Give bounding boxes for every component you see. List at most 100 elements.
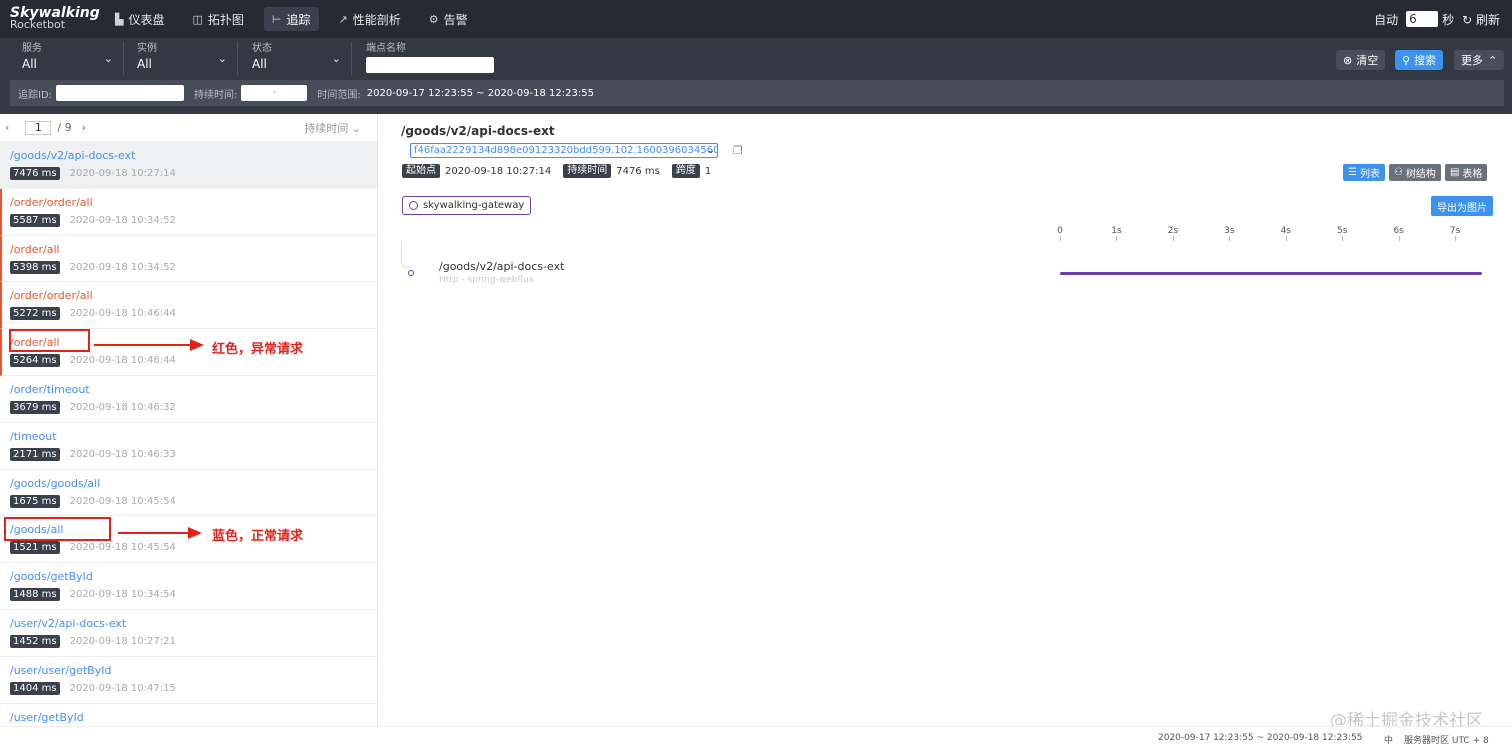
clear-label: 清空 — [1356, 54, 1379, 67]
trace-detail: /goods/v2/api-docs-ext f46faa2229134d898… — [379, 114, 1512, 726]
blue-highlight-box — [4, 517, 111, 541]
trace-item[interactable]: /order/order/all 5272 ms 2020-09-18 10:46:… — [0, 282, 377, 330]
trace-endpoint[interactable]: /goods/v2/api-docs-ext — [10, 149, 377, 163]
ruler-tick-label: 0 — [1057, 226, 1063, 236]
trace-item[interactable]: /user/user/getById 1404 ms 2020-09-18 10:4… — [0, 657, 377, 704]
ruler-tick-label: 5s — [1337, 226, 1348, 236]
span-tag: 跨度 — [671, 164, 700, 178]
trace-duration-badge: 3679 ms — [10, 400, 60, 414]
topology-icon: ◫ — [192, 12, 203, 26]
trace-item[interactable]: /order/all 5398 ms 2020-09-18 10:34:52 — [0, 235, 377, 283]
span-row[interactable]: /goods/v2/api-docs-ext Http - spring-web… — [379, 242, 1512, 285]
trace-time: 2020-09-18 10:47:15 — [69, 682, 176, 694]
trace-item[interactable]: /order/timeout 3679 ms 2020-09-18 10:46:32 — [0, 376, 377, 423]
ruler-tick-label: 2s — [1167, 226, 1179, 236]
duration-label: 持续时间: — [194, 89, 238, 101]
endpoint-input[interactable] — [366, 57, 494, 73]
nav-alarm[interactable]: ⚙ 告警 — [421, 7, 476, 31]
nav-trace[interactable]: ⊢ 追踪 — [263, 7, 319, 31]
start-value: 2020-09-18 10:27:14 — [445, 165, 552, 177]
page-input[interactable]: 1 — [25, 120, 52, 135]
ruler-tick-label: 4s — [1280, 226, 1291, 236]
view-list-button[interactable]: ☰ 列表 — [1343, 164, 1385, 181]
instance-select[interactable]: 实例 All ⌄ — [127, 42, 238, 76]
trace-time: 2020-09-18 10:46:33 — [69, 448, 176, 460]
copy-icon[interactable]: ❐ — [733, 144, 743, 157]
detail-title: /goods/v2/api-docs-ext — [401, 124, 555, 138]
trace-endpoint[interactable]: /user/getById — [10, 711, 377, 725]
time-range-label: 时间范围: — [317, 89, 361, 101]
span-component: Http - spring-webflux — [439, 275, 535, 285]
service-tag[interactable]: skywalking-gateway — [402, 196, 532, 215]
trace-endpoint[interactable]: /user/v2/api-docs-ext — [10, 617, 377, 631]
nav-profile[interactable]: ↗ 性能剖析 — [331, 7, 409, 31]
nav-dashboard[interactable]: ▙ 仪表盘 — [107, 7, 172, 31]
refresh-icon: ↻ — [1462, 12, 1473, 27]
service-select[interactable]: 服务 All ⌄ — [12, 42, 124, 76]
nav-topology[interactable]: ◫ 拓扑图 — [184, 7, 251, 31]
time-range-value[interactable]: 2020-09-17 12:23:55 ~ 2020-09-18 12:23:5… — [367, 88, 594, 99]
ruler-tick-label: 3s — [1224, 226, 1235, 236]
span-count: 1 — [704, 165, 712, 177]
server-timezone: 服务器时区 UTC + 8 — [1404, 736, 1489, 746]
tree-icon: ⚇ — [1393, 167, 1403, 178]
trace-endpoint[interactable]: /order/order/all — [10, 196, 377, 210]
next-page-icon[interactable]: › — [82, 121, 86, 134]
trace-endpoint[interactable]: /order/all — [10, 243, 377, 257]
prev-page-icon[interactable]: ‹ — [5, 121, 9, 134]
status-select[interactable]: 状态 All ⌄ — [242, 42, 352, 76]
trace-endpoint[interactable]: /goods/goods/all — [10, 477, 377, 491]
span-bar[interactable] — [1060, 272, 1482, 275]
chevron-down-icon: ⌄ — [331, 52, 341, 65]
auto-interval-input[interactable]: 6 — [1406, 11, 1439, 27]
time-ruler: 0 1s 2s 3s 4s 5s 6s 7s — [1057, 226, 1480, 241]
view-switch: ☰ 列表 ⚇ 树结构 ▤ 表格 — [1339, 164, 1488, 181]
trace-endpoint[interactable]: /order/timeout — [10, 383, 377, 397]
red-arrow-line — [118, 532, 190, 534]
trace-duration-badge: 1521 ms — [10, 541, 60, 555]
list-icon: ☰ — [1348, 167, 1357, 178]
clear-button[interactable]: ⊗ 清空 — [1336, 50, 1386, 70]
trace-id-select[interactable]: f46faa2229134d898e09123320bdd599.102.160… — [410, 143, 718, 158]
ruler-tick-mark — [1229, 236, 1231, 241]
trace-duration-badge: 5272 ms — [10, 307, 60, 321]
trace-duration-badge: 5587 ms — [10, 213, 60, 227]
export-image-button[interactable]: 导出为图片 — [1431, 196, 1493, 216]
trace-endpoint[interactable]: /order/order/all — [10, 289, 377, 303]
trace-item[interactable]: /user/v2/api-docs-ext 1452 ms 2020-09-18 1… — [0, 610, 377, 657]
logo[interactable]: Skywalking Rocketbot — [0, 6, 100, 31]
more-button[interactable]: 更多 ⌃ — [1454, 50, 1505, 70]
trace-time: 2020-09-18 10:34:54 — [69, 589, 176, 601]
advanced-filters: 追踪ID: 持续时间: - 时间范围: 2020-09-17 12:23:55 … — [10, 80, 1504, 106]
trace-endpoint[interactable]: /user/user/getById — [10, 664, 377, 678]
trace-item[interactable]: /goods/goods/all 1675 ms 2020-09-18 10:45:… — [0, 470, 377, 517]
view-table-button[interactable]: ▤ 表格 — [1444, 164, 1488, 181]
view-tree-label: 树结构 — [1405, 169, 1436, 180]
trace-time: 2020-09-18 10:45:54 — [69, 542, 176, 554]
sort-label: 持续时间 — [304, 121, 349, 135]
search-label: 搜索 — [1414, 54, 1437, 67]
trace-time: 2020-09-18 10:27:21 — [69, 635, 176, 647]
trace-list: /goods/v2/api-docs-ext 7476 ms 2020-09-18 … — [0, 142, 377, 726]
view-tree-button[interactable]: ⚇ 树结构 — [1388, 164, 1441, 181]
trace-item[interactable]: /user/getById — [0, 704, 377, 726]
endpoint-label: 端点名称 — [366, 43, 406, 54]
start-tag: 起始点 — [402, 164, 440, 178]
search-button[interactable]: ⚲ 搜索 — [1395, 50, 1444, 70]
refresh-button[interactable]: ↻ 刷新 — [1462, 11, 1500, 28]
language-toggle[interactable]: 中 — [1384, 733, 1393, 746]
dashboard-icon: ▙ — [115, 12, 124, 26]
trace-endpoint[interactable]: /timeout — [10, 430, 377, 444]
trace-item[interactable]: /goods/getById 1488 ms 2020-09-18 10:34:54 — [0, 563, 377, 610]
ruler-tick-mark — [1172, 236, 1174, 241]
trace-id-input[interactable] — [56, 85, 185, 101]
footer-time-range: 2020-09-17 12:23:55 ~ 2020-09-18 12:23:5… — [1158, 733, 1363, 743]
trace-meta: 起始点 2020-09-18 10:27:14 持续时间 7476 ms 跨度 … — [402, 164, 723, 178]
trace-item[interactable]: /timeout 2171 ms 2020-09-18 10:46:33 — [0, 423, 377, 470]
trace-item[interactable]: /goods/v2/api-docs-ext 7476 ms 2020-09-18 … — [0, 142, 377, 189]
duration-input[interactable]: - — [241, 85, 308, 101]
sort-select[interactable]: 持续时间 ⌄ — [304, 120, 361, 136]
trace-endpoint[interactable]: /goods/getById — [10, 570, 377, 584]
span-node-icon — [408, 270, 414, 276]
trace-item[interactable]: /order/order/all 5587 ms 2020-09-18 10:34:… — [0, 188, 377, 236]
